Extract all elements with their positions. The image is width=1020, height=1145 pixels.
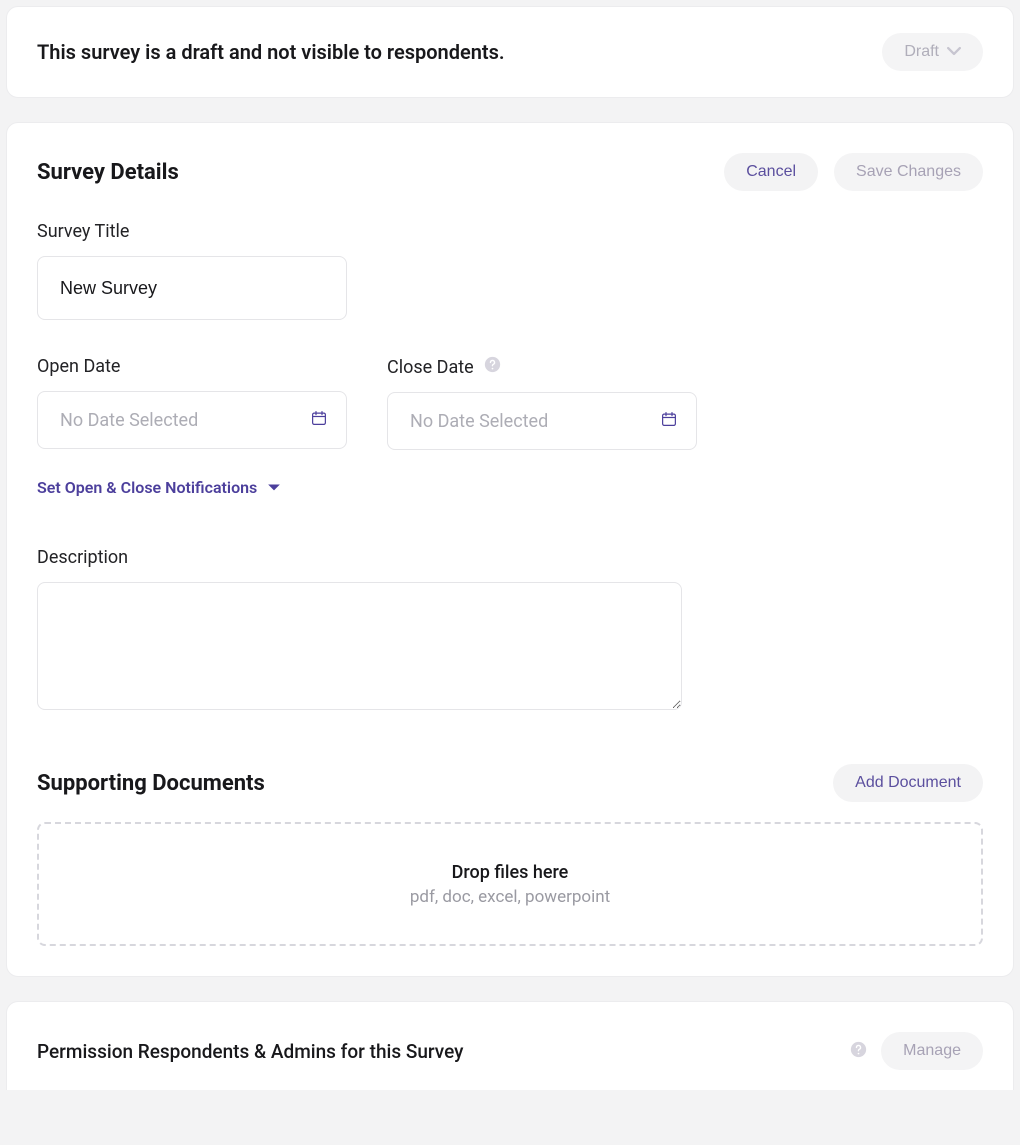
survey-details-card: Survey Details Cancel Save Changes Surve… (6, 122, 1014, 977)
permissions-card: Permission Respondents & Admins for this… (6, 1001, 1014, 1090)
open-date-placeholder: No Date Selected (60, 410, 198, 431)
description-field: Description (37, 547, 983, 714)
dropzone-subtitle: pdf, doc, excel, powerpoint (410, 887, 610, 907)
description-input[interactable] (37, 582, 682, 710)
close-date-label-wrap: Close Date (387, 356, 501, 378)
close-date-label: Close Date (387, 357, 474, 378)
open-date-label: Open Date (37, 356, 347, 377)
help-icon[interactable] (850, 1041, 867, 1062)
status-banner: This survey is a draft and not visible t… (6, 6, 1014, 98)
dropzone-title: Drop files here (452, 862, 569, 883)
manage-button[interactable]: Manage (881, 1032, 983, 1070)
close-date-input[interactable]: No Date Selected (387, 392, 697, 450)
calendar-icon (660, 410, 678, 432)
chevron-down-icon (947, 43, 961, 61)
close-date-field: Close Date No Date Selected (387, 356, 697, 450)
status-dropdown[interactable]: Draft (882, 33, 983, 71)
calendar-icon (310, 409, 328, 431)
description-label: Description (37, 547, 983, 568)
notifications-toggle[interactable]: Set Open & Close Notifications (37, 478, 281, 497)
survey-details-heading: Survey Details (37, 160, 179, 185)
permissions-heading: Permission Respondents & Admins for this… (37, 1040, 463, 1063)
survey-title-input[interactable] (37, 256, 347, 320)
survey-title-label: Survey Title (37, 221, 983, 242)
survey-title-field: Survey Title (37, 221, 983, 320)
notifications-label: Set Open & Close Notifications (37, 478, 257, 497)
open-date-field: Open Date No Date Selected (37, 356, 347, 450)
chevron-down-icon (267, 478, 281, 497)
add-document-button[interactable]: Add Document (833, 764, 983, 802)
status-label: Draft (904, 43, 939, 61)
status-message: This survey is a draft and not visible t… (37, 40, 505, 64)
open-date-input[interactable]: No Date Selected (37, 391, 347, 449)
save-button[interactable]: Save Changes (834, 153, 983, 191)
documents-heading: Supporting Documents (37, 771, 265, 796)
supporting-documents-section: Supporting Documents Add Document Drop f… (37, 764, 983, 946)
cancel-button[interactable]: Cancel (724, 153, 818, 191)
help-icon[interactable] (484, 356, 501, 378)
dropzone[interactable]: Drop files here pdf, doc, excel, powerpo… (37, 822, 983, 946)
close-date-placeholder: No Date Selected (410, 411, 548, 432)
